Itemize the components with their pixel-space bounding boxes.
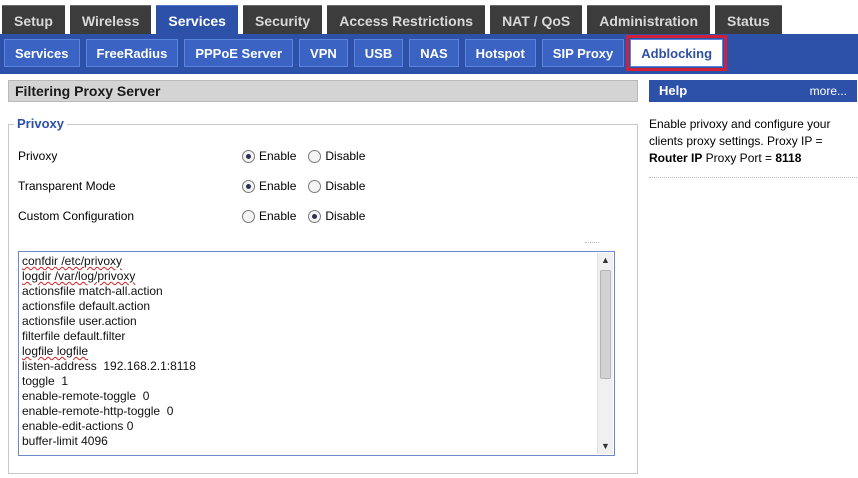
config-line: confdir /etc/privoxy (22, 254, 123, 268)
textarea-scrollbar[interactable]: ▲ ▼ (597, 253, 613, 454)
setting-label: Transparent Mode (18, 179, 116, 193)
privoxy-fieldset: Privoxy Privoxy Enable Disable Transpare… (8, 116, 638, 474)
scroll-down-icon[interactable]: ▼ (598, 439, 613, 454)
privoxy-radio-group: Enable Disable (242, 147, 377, 165)
config-line: actionsfile match-all.action (22, 284, 163, 298)
subtab-pppoe-server[interactable]: PPPoE Server (184, 39, 294, 67)
scrollbar-thumb[interactable] (600, 270, 611, 379)
custom-configuration-enable-radio[interactable] (242, 209, 255, 223)
tab-wireless[interactable]: Wireless (69, 5, 152, 34)
textarea-content: confdir /etc/privoxy logdir /var/log/pri… (22, 254, 592, 449)
tab-services[interactable]: Services (156, 5, 238, 37)
config-line: actionsfile default.action (22, 299, 151, 313)
main-content: Filtering Proxy Server Privoxy Privoxy E… (8, 80, 638, 475)
privoxy-disable-radio[interactable] (308, 149, 322, 163)
transparent-mode-disable-radio[interactable] (308, 179, 322, 193)
radio-label: Enable (259, 149, 297, 163)
tab-setup[interactable]: Setup (2, 5, 65, 34)
config-line: listen-address 192.168.2.1:8118 (22, 359, 196, 373)
subtab-hotspot[interactable]: Hotspot (464, 39, 536, 67)
divider (649, 177, 857, 178)
config-line: actionsfile user.action (22, 314, 137, 328)
config-line: buffer-limit 4096 (22, 434, 108, 448)
transparent-mode-radio-group: Enable Disable (242, 177, 377, 195)
subtab-adblocking[interactable]: Adblocking (626, 35, 728, 71)
setting-label: Custom Configuration (18, 209, 135, 223)
section-title: Filtering Proxy Server (8, 80, 638, 102)
custom-configuration-radio-group: Enable Disable (242, 207, 377, 225)
radio-label: Enable (259, 209, 297, 223)
subtab-vpn[interactable]: VPN (299, 39, 348, 67)
fieldset-legend: Privoxy (14, 116, 67, 131)
scroll-up-icon[interactable]: ▲ (598, 253, 613, 268)
top-tabs: Setup Wireless Services Security Access … (2, 5, 787, 37)
setting-label: Privoxy (18, 149, 58, 163)
custom-configuration-disable-radio[interactable] (308, 209, 322, 223)
config-line: enable-remote-toggle 0 (22, 389, 150, 403)
divider (585, 242, 599, 243)
help-title: Help (659, 83, 688, 98)
tab-status[interactable]: Status (715, 5, 782, 34)
transparent-mode-enable-radio[interactable] (242, 179, 255, 193)
subtab-sip-proxy[interactable]: SIP Proxy (541, 39, 625, 67)
subtab-usb[interactable]: USB (353, 39, 404, 67)
top-nav: Setup Wireless Services Security Access … (0, 0, 858, 37)
privoxy-enable-radio[interactable] (242, 149, 255, 163)
custom-config-textarea[interactable]: confdir /etc/privoxy logdir /var/log/pri… (18, 251, 615, 456)
radio-label: Disable (325, 179, 366, 193)
config-line: logfile logfile (22, 344, 89, 358)
radio-label: Enable (259, 179, 297, 193)
subtab-nas[interactable]: NAS (409, 39, 459, 67)
subtab-services[interactable]: Services (4, 39, 80, 67)
sub-tabs: Services FreeRadius PPPoE Server VPN USB… (4, 35, 729, 71)
help-panel: Help more... Enable privoxy and configur… (649, 80, 857, 178)
radio-label: Disable (325, 209, 366, 223)
help-more-link[interactable]: more... (810, 80, 847, 102)
help-text: Enable privoxy and configure your client… (649, 117, 831, 165)
radio-label: Disable (325, 149, 366, 163)
config-line: logdir /var/log/privoxy (22, 269, 136, 283)
tab-nat-qos[interactable]: NAT / QoS (490, 5, 583, 34)
config-line: enable-remote-http-toggle 0 (22, 404, 174, 418)
help-header: Help more... (649, 80, 857, 102)
config-line: filterfile default.filter (22, 329, 126, 343)
tab-access-restrictions[interactable]: Access Restrictions (327, 5, 486, 34)
subtab-freeradius[interactable]: FreeRadius (85, 39, 179, 67)
sub-nav: Services FreeRadius PPPoE Server VPN USB… (0, 34, 858, 74)
config-line: enable-edit-actions 0 (22, 419, 134, 433)
tab-administration[interactable]: Administration (587, 5, 711, 34)
config-line: toggle 1 (22, 374, 69, 388)
tab-security[interactable]: Security (242, 5, 323, 34)
